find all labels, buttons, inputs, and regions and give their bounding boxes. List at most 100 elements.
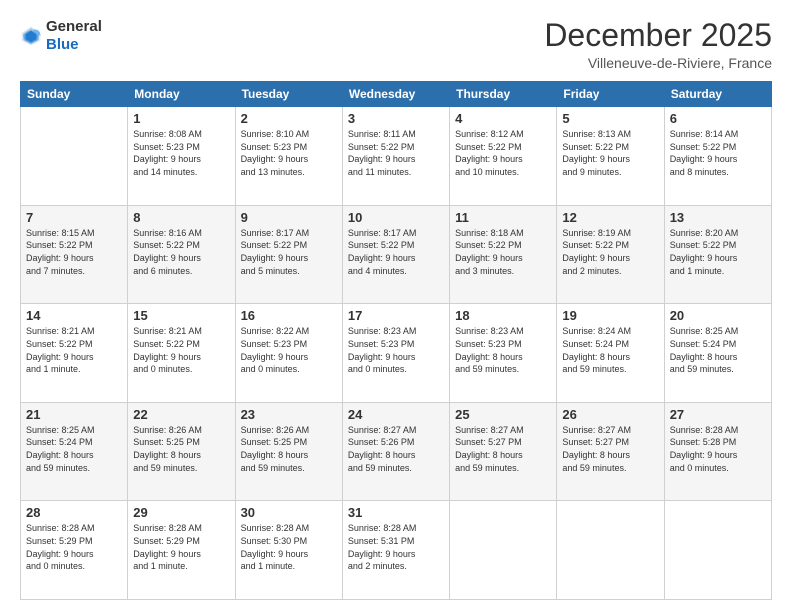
col-sunday: Sunday (21, 82, 128, 107)
calendar-cell: 13 Sunrise: 8:20 AM Sunset: 5:22 PM Dayli… (664, 205, 771, 304)
logo: General Blue (20, 18, 102, 54)
cell-info: Sunrise: 8:17 AM Sunset: 5:22 PM Dayligh… (348, 227, 444, 277)
calendar-cell: 2 Sunrise: 8:10 AM Sunset: 5:23 PM Daylig… (235, 107, 342, 206)
calendar-cell: 12 Sunrise: 8:19 AM Sunset: 5:22 PM Dayli… (557, 205, 664, 304)
cell-info: Sunrise: 8:14 AM Sunset: 5:22 PM Dayligh… (670, 128, 766, 178)
day-number: 2 (241, 111, 337, 126)
cell-info: Sunrise: 8:28 AM Sunset: 5:29 PM Dayligh… (133, 522, 229, 572)
location: Villeneuve-de-Riviere, France (544, 55, 772, 71)
calendar-cell: 6 Sunrise: 8:14 AM Sunset: 5:22 PM Daylig… (664, 107, 771, 206)
calendar-cell: 11 Sunrise: 8:18 AM Sunset: 5:22 PM Dayli… (450, 205, 557, 304)
logo-text: General Blue (46, 18, 102, 54)
calendar-cell: 7 Sunrise: 8:15 AM Sunset: 5:22 PM Daylig… (21, 205, 128, 304)
cell-info: Sunrise: 8:26 AM Sunset: 5:25 PM Dayligh… (241, 424, 337, 474)
day-number: 14 (26, 308, 122, 323)
day-number: 25 (455, 407, 551, 422)
cell-info: Sunrise: 8:28 AM Sunset: 5:29 PM Dayligh… (26, 522, 122, 572)
calendar-row-2: 14 Sunrise: 8:21 AM Sunset: 5:22 PM Dayli… (21, 304, 772, 403)
calendar-cell: 21 Sunrise: 8:25 AM Sunset: 5:24 PM Dayli… (21, 402, 128, 501)
cell-info: Sunrise: 8:23 AM Sunset: 5:23 PM Dayligh… (348, 325, 444, 375)
day-number: 17 (348, 308, 444, 323)
cell-info: Sunrise: 8:18 AM Sunset: 5:22 PM Dayligh… (455, 227, 551, 277)
cell-info: Sunrise: 8:27 AM Sunset: 5:27 PM Dayligh… (562, 424, 658, 474)
calendar-cell: 1 Sunrise: 8:08 AM Sunset: 5:23 PM Daylig… (128, 107, 235, 206)
calendar-cell: 14 Sunrise: 8:21 AM Sunset: 5:22 PM Dayli… (21, 304, 128, 403)
cell-info: Sunrise: 8:22 AM Sunset: 5:23 PM Dayligh… (241, 325, 337, 375)
calendar-cell: 4 Sunrise: 8:12 AM Sunset: 5:22 PM Daylig… (450, 107, 557, 206)
col-tuesday: Tuesday (235, 82, 342, 107)
calendar-cell (450, 501, 557, 600)
month-title: December 2025 (544, 18, 772, 53)
day-number: 20 (670, 308, 766, 323)
day-number: 8 (133, 210, 229, 225)
title-area: December 2025 Villeneuve-de-Riviere, Fra… (544, 18, 772, 71)
cell-info: Sunrise: 8:08 AM Sunset: 5:23 PM Dayligh… (133, 128, 229, 178)
day-number: 3 (348, 111, 444, 126)
day-number: 27 (670, 407, 766, 422)
cell-info: Sunrise: 8:24 AM Sunset: 5:24 PM Dayligh… (562, 325, 658, 375)
calendar-cell: 31Sunrise: 8:28 AM Sunset: 5:31 PM Dayli… (342, 501, 449, 600)
calendar-cell: 19Sunrise: 8:24 AM Sunset: 5:24 PM Dayli… (557, 304, 664, 403)
cell-info: Sunrise: 8:12 AM Sunset: 5:22 PM Dayligh… (455, 128, 551, 178)
calendar-cell (664, 501, 771, 600)
calendar-cell: 22Sunrise: 8:26 AM Sunset: 5:25 PM Dayli… (128, 402, 235, 501)
cell-info: Sunrise: 8:20 AM Sunset: 5:22 PM Dayligh… (670, 227, 766, 277)
col-monday: Monday (128, 82, 235, 107)
calendar-cell: 15Sunrise: 8:21 AM Sunset: 5:22 PM Dayli… (128, 304, 235, 403)
calendar-cell: 23 Sunrise: 8:26 AM Sunset: 5:25 PM Dayli… (235, 402, 342, 501)
day-number: 7 (26, 210, 122, 225)
day-number: 4 (455, 111, 551, 126)
calendar-cell: 20 Sunrise: 8:25 AM Sunset: 5:24 PM Dayli… (664, 304, 771, 403)
cell-info: Sunrise: 8:25 AM Sunset: 5:24 PM Dayligh… (670, 325, 766, 375)
calendar-cell (557, 501, 664, 600)
calendar-cell: 25 Sunrise: 8:27 AM Sunset: 5:27 PM Dayli… (450, 402, 557, 501)
cell-info: Sunrise: 8:25 AM Sunset: 5:24 PM Dayligh… (26, 424, 122, 474)
day-number: 12 (562, 210, 658, 225)
calendar-cell: 18 Sunrise: 8:23 AM Sunset: 5:23 PM Dayli… (450, 304, 557, 403)
calendar-cell: 10 Sunrise: 8:17 AM Sunset: 5:22 PM Dayli… (342, 205, 449, 304)
day-number: 26 (562, 407, 658, 422)
cell-info: Sunrise: 8:27 AM Sunset: 5:27 PM Dayligh… (455, 424, 551, 474)
calendar-cell: 26 Sunrise: 8:27 AM Sunset: 5:27 PM Dayli… (557, 402, 664, 501)
cell-info: Sunrise: 8:23 AM Sunset: 5:23 PM Dayligh… (455, 325, 551, 375)
day-number: 28 (26, 505, 122, 520)
day-number: 18 (455, 308, 551, 323)
calendar-cell: 29 Sunrise: 8:28 AM Sunset: 5:29 PM Dayli… (128, 501, 235, 600)
cell-info: Sunrise: 8:10 AM Sunset: 5:23 PM Dayligh… (241, 128, 337, 178)
cell-info: Sunrise: 8:13 AM Sunset: 5:22 PM Dayligh… (562, 128, 658, 178)
day-number: 22 (133, 407, 229, 422)
cell-info: Sunrise: 8:17 AM Sunset: 5:22 PM Dayligh… (241, 227, 337, 277)
col-saturday: Saturday (664, 82, 771, 107)
day-number: 10 (348, 210, 444, 225)
cell-info: Sunrise: 8:27 AM Sunset: 5:26 PM Dayligh… (348, 424, 444, 474)
day-number: 29 (133, 505, 229, 520)
day-number: 11 (455, 210, 551, 225)
calendar-cell (21, 107, 128, 206)
day-number: 30 (241, 505, 337, 520)
logo-general: General (46, 18, 102, 35)
cell-info: Sunrise: 8:15 AM Sunset: 5:22 PM Dayligh… (26, 227, 122, 277)
day-number: 21 (26, 407, 122, 422)
calendar-cell: 8 Sunrise: 8:16 AM Sunset: 5:22 PM Daylig… (128, 205, 235, 304)
cell-info: Sunrise: 8:19 AM Sunset: 5:22 PM Dayligh… (562, 227, 658, 277)
calendar-row-0: 1 Sunrise: 8:08 AM Sunset: 5:23 PM Daylig… (21, 107, 772, 206)
day-number: 23 (241, 407, 337, 422)
calendar-cell: 3 Sunrise: 8:11 AM Sunset: 5:22 PM Daylig… (342, 107, 449, 206)
calendar-cell: 24Sunrise: 8:27 AM Sunset: 5:26 PM Dayli… (342, 402, 449, 501)
col-thursday: Thursday (450, 82, 557, 107)
cell-info: Sunrise: 8:21 AM Sunset: 5:22 PM Dayligh… (133, 325, 229, 375)
calendar-table: Sunday Monday Tuesday Wednesday Thursday… (20, 81, 772, 600)
calendar-row-4: 28 Sunrise: 8:28 AM Sunset: 5:29 PM Dayli… (21, 501, 772, 600)
day-number: 1 (133, 111, 229, 126)
cell-info: Sunrise: 8:16 AM Sunset: 5:22 PM Dayligh… (133, 227, 229, 277)
day-number: 5 (562, 111, 658, 126)
cell-info: Sunrise: 8:28 AM Sunset: 5:31 PM Dayligh… (348, 522, 444, 572)
logo-icon (20, 25, 42, 47)
cell-info: Sunrise: 8:21 AM Sunset: 5:22 PM Dayligh… (26, 325, 122, 375)
day-number: 6 (670, 111, 766, 126)
page: General Blue December 2025 Villeneuve-de… (0, 0, 792, 612)
col-wednesday: Wednesday (342, 82, 449, 107)
header: General Blue December 2025 Villeneuve-de… (20, 18, 772, 71)
day-number: 13 (670, 210, 766, 225)
cell-info: Sunrise: 8:11 AM Sunset: 5:22 PM Dayligh… (348, 128, 444, 178)
